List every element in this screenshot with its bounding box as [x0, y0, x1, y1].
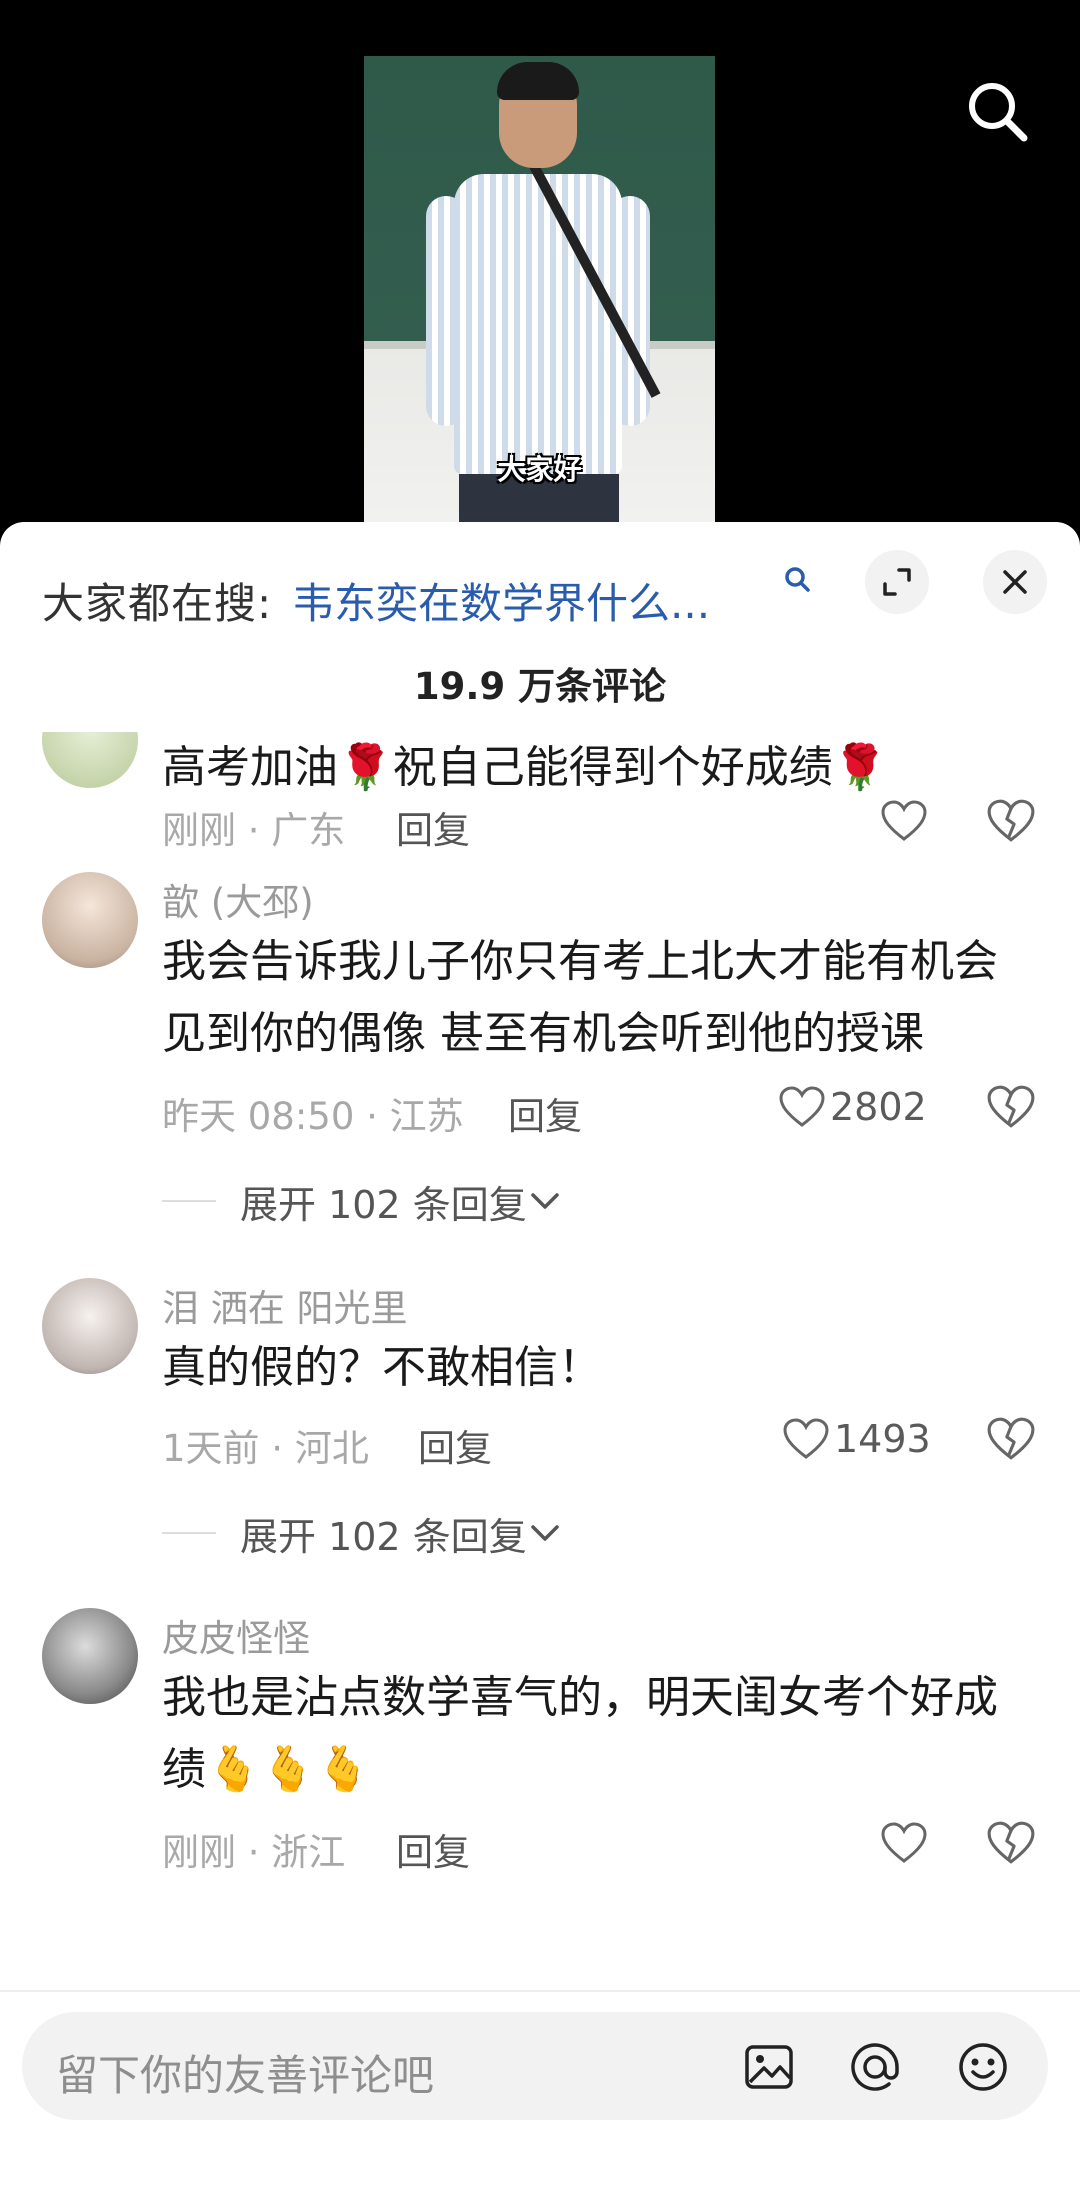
search-icon[interactable]	[962, 76, 1032, 146]
comment-text: 真的假的？不敢相信！	[162, 1342, 602, 1393]
heart-icon	[881, 800, 927, 841]
close-button[interactable]	[983, 550, 1047, 614]
like-button[interactable]: 2802	[778, 1082, 927, 1132]
comment-text: 我也是沾点数学喜气的，明天闺女考个好成绩🫰🫰🫰	[162, 1672, 998, 1795]
person-shirt	[454, 174, 622, 474]
avatar[interactable]	[42, 872, 138, 968]
trending-search-prefix: 大家都在搜:	[42, 579, 273, 628]
comment-text: 高考加油🌹祝自己能得到个好成绩🌹	[162, 742, 888, 793]
like-button[interactable]	[880, 796, 928, 846]
comment-count-title: 19.9 万条评论	[413, 665, 667, 708]
comment-username[interactable]: 皮皮怪怪	[162, 1608, 310, 1662]
comment-meta: 昨天 08:50 · 江苏	[162, 1095, 464, 1138]
expand-replies-label: 展开 102 条回复	[240, 1182, 527, 1227]
video-frame[interactable]: 大家好	[364, 56, 715, 540]
heart-icon	[783, 1418, 829, 1459]
avatar[interactable]	[42, 732, 138, 788]
expand-button[interactable]	[865, 550, 929, 614]
reply-button[interactable]: 回复	[396, 800, 470, 854]
reply-button[interactable]: 回复	[418, 1418, 492, 1472]
divider	[162, 1200, 216, 1202]
like-button[interactable]: 1493	[782, 1414, 931, 1464]
video-player[interactable]: 大家好	[0, 0, 1080, 540]
comment-meta: 1天前 · 河北	[162, 1427, 369, 1470]
like-button[interactable]	[880, 1818, 928, 1868]
like-count: 1493	[834, 1417, 931, 1461]
expand-replies-button[interactable]: 展开 102 条回复	[162, 1508, 563, 1559]
expand-icon	[883, 568, 911, 596]
comment-sheet: 大家都在搜: 韦东奕在数学界什么... 19.9 万条评论 高考加油🌹祝自己能得…	[0, 522, 1080, 2192]
comment-text: 我会告诉我儿子你只有考上北大才能有机会见到你的偶像 甚至有机会听到他的授课	[162, 936, 998, 1059]
chevron-down-icon	[530, 1525, 559, 1541]
dislike-heart-icon[interactable]	[986, 1818, 1036, 1868]
avatar[interactable]	[42, 1278, 138, 1374]
trending-search-link[interactable]: 韦东奕在数学界什么...	[292, 570, 710, 631]
comment-username[interactable]: 泪 洒在 阳光里	[162, 1278, 408, 1332]
avatar[interactable]	[42, 1608, 138, 1704]
reply-button[interactable]: 回复	[508, 1086, 582, 1140]
comment-list[interactable]: 高考加油🌹祝自己能得到个好成绩🌹 刚刚 · 广东 回复 歆 (大邳) 我会告诉我…	[0, 732, 1080, 1932]
heart-icon	[881, 1822, 927, 1863]
comment-username[interactable]: 歆 (大邳)	[162, 872, 314, 926]
expand-replies-label: 展开 102 条回复	[240, 1514, 527, 1559]
at-icon[interactable]	[848, 2040, 902, 2094]
comment-input-bar[interactable]: 留下你的友善评论吧	[22, 2012, 1048, 2120]
expand-replies-button[interactable]: 展开 102 条回复	[162, 1176, 563, 1227]
mini-search-icon[interactable]	[782, 564, 812, 594]
reply-button[interactable]: 回复	[396, 1822, 470, 1876]
comment-input-placeholder[interactable]: 留下你的友善评论吧	[56, 2042, 434, 2103]
close-icon	[1003, 570, 1027, 594]
video-caption: 大家好	[497, 453, 582, 486]
comment-meta: 刚刚 · 广东	[162, 809, 346, 852]
dislike-heart-icon[interactable]	[986, 1082, 1036, 1132]
divider	[0, 1990, 1080, 1992]
comment-meta: 刚刚 · 浙江	[162, 1831, 346, 1874]
like-count: 2802	[830, 1085, 927, 1129]
person-hair	[497, 62, 579, 100]
divider	[162, 1532, 216, 1534]
dislike-heart-icon[interactable]	[986, 1414, 1036, 1464]
heart-icon	[779, 1086, 825, 1127]
image-icon[interactable]	[742, 2040, 796, 2094]
dislike-heart-icon[interactable]	[986, 796, 1036, 846]
chevron-down-icon	[530, 1193, 559, 1209]
emoji-icon[interactable]	[956, 2040, 1010, 2094]
